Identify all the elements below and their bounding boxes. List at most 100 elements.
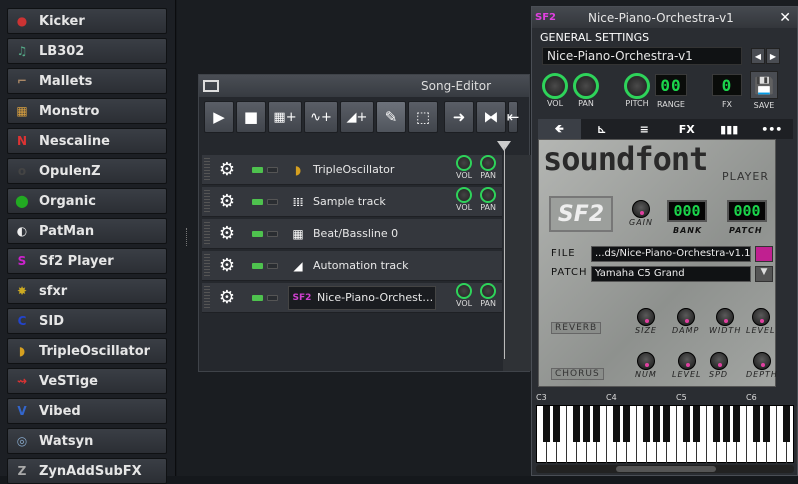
solo-led[interactable] — [267, 198, 278, 205]
scrollbar-thumb[interactable] — [616, 466, 716, 472]
sidebar-item-lb302[interactable]: ♫ LB302 — [7, 38, 167, 64]
add-automation-track-button[interactable]: ◢+ — [340, 101, 374, 133]
play-button[interactable]: ▶ — [204, 101, 234, 133]
track-name-button[interactable]: ▦ Beat/Bassline 0 — [288, 222, 436, 246]
black-key[interactable] — [753, 406, 760, 442]
tab-functions[interactable]: ≡ — [623, 119, 666, 139]
vol-knob[interactable]: VOL — [542, 73, 568, 108]
chorus-toggle[interactable]: CHORUS — [551, 368, 604, 380]
sidebar-item-mallets[interactable]: ⌐ Mallets — [7, 68, 167, 94]
track-vol-knob[interactable]: VOL — [456, 155, 472, 180]
gear-icon[interactable]: ⚙ — [216, 223, 238, 244]
piano-keys[interactable] — [536, 405, 797, 464]
fx-display[interactable]: 0 FX — [712, 74, 742, 109]
mute-led[interactable] — [252, 262, 263, 269]
black-key[interactable] — [763, 406, 770, 442]
gear-icon[interactable]: ⚙ — [216, 159, 238, 180]
width-knob[interactable]: WIDTH — [709, 308, 741, 335]
gear-icon[interactable]: ⚙ — [216, 255, 238, 276]
sidebar-item-vibed[interactable]: V Vibed — [7, 398, 167, 424]
add-sample-track-button[interactable]: ∿+ — [304, 101, 338, 133]
track-pan-knob[interactable]: PAN — [480, 155, 497, 180]
file-field[interactable]: ...ds/Nice-Piano-Orchestra-v1.1 — [591, 246, 751, 262]
track-name-button[interactable]: ◢ Automation track — [288, 254, 436, 278]
gear-icon[interactable]: ⚙ — [216, 191, 238, 212]
more-button[interactable]: ⇤ — [507, 101, 519, 133]
level-knob[interactable]: LEVEL — [746, 308, 776, 335]
reverb-toggle[interactable]: REVERB — [551, 322, 602, 334]
track-vol-knob[interactable]: VOL — [456, 283, 472, 308]
track-grip[interactable] — [204, 221, 210, 246]
black-key[interactable] — [583, 406, 590, 442]
track-grip[interactable] — [204, 189, 210, 214]
range-display[interactable]: 00 RANGE — [655, 74, 687, 109]
level-knob[interactable]: LEVEL — [672, 352, 702, 379]
track-grip[interactable] — [204, 285, 210, 310]
track-row[interactable]: ⚙ SF2 Nice-Piano-Orchest… VOL PAN — [202, 283, 502, 313]
black-key[interactable] — [623, 406, 630, 442]
tab-plugin[interactable]: 🡸 — [538, 119, 581, 139]
sidebar-item-organic[interactable]: ⬤ Organic — [7, 188, 167, 214]
sidebar-item-nescaline[interactable]: N Nescaline — [7, 128, 167, 154]
pan-knob[interactable]: PAN — [573, 73, 599, 108]
sidebar-item-sfxr[interactable]: ✸ sfxr — [7, 278, 167, 304]
black-key[interactable] — [683, 406, 690, 442]
stop-button[interactable]: ■ — [236, 101, 266, 133]
size-knob[interactable]: SIZE — [635, 308, 657, 335]
black-key[interactable] — [613, 406, 620, 442]
gain-knob[interactable]: GAIN — [629, 200, 653, 227]
spd-knob[interactable]: SPD — [709, 352, 728, 379]
black-key[interactable] — [733, 406, 740, 442]
black-key[interactable] — [723, 406, 730, 442]
sidebar-item-vestige[interactable]: ⇝ VeSTige — [7, 368, 167, 394]
piano-scrollbar[interactable] — [536, 465, 794, 473]
piano-keyboard[interactable]: C3 C4 C5 C6 — [536, 393, 798, 475]
solo-led[interactable] — [267, 294, 278, 301]
track-name-button[interactable]: 𝍖 Sample track — [288, 190, 436, 214]
black-key[interactable] — [693, 406, 700, 442]
patch-dropdown-icon[interactable]: ▼ — [755, 266, 773, 282]
sidebar-item-kicker[interactable]: ● Kicker — [7, 8, 167, 34]
mute-led[interactable] — [252, 166, 263, 173]
sidebar-item-tripleoscillator[interactable]: ◗ TripleOscillator — [7, 338, 167, 364]
black-key[interactable] — [783, 406, 790, 442]
sidebar-item-patman[interactable]: ◐ PatMan — [7, 218, 167, 244]
track-row[interactable]: ⚙ ◗ TripleOscillator VOL PAN — [202, 155, 502, 185]
mute-led[interactable] — [252, 230, 263, 237]
black-key[interactable] — [643, 406, 650, 442]
sidebar-item-sid[interactable]: C SID — [7, 308, 167, 334]
tab-midi[interactable]: ▮▮▮ — [708, 119, 751, 139]
track-row[interactable]: ⚙ ◢ Automation track — [202, 251, 502, 281]
record-button[interactable]: ⧓ — [476, 101, 506, 133]
preset-prev-button[interactable]: ◀ — [751, 48, 765, 64]
mute-led[interactable] — [252, 294, 263, 301]
solo-led[interactable] — [267, 230, 278, 237]
select-mode-button[interactable]: ⬚ — [408, 101, 438, 133]
sidebar-item-zynaddsubfx[interactable]: Z ZynAddSubFX — [7, 458, 167, 484]
black-key[interactable] — [663, 406, 670, 442]
splitter-handle[interactable] — [186, 228, 189, 246]
track-pan-knob[interactable]: PAN — [480, 187, 497, 212]
black-key[interactable] — [573, 406, 580, 442]
sidebar-item-sf2-player[interactable]: S Sf2 Player — [7, 248, 167, 274]
preset-next-button[interactable]: ▶ — [766, 48, 780, 64]
track-grip[interactable] — [204, 157, 210, 182]
save-button[interactable]: 💾 SAVE — [750, 71, 778, 110]
black-key[interactable] — [553, 406, 560, 442]
black-key[interactable] — [543, 406, 550, 442]
track-vol-knob[interactable]: VOL — [456, 187, 472, 212]
sidebar-item-watsyn[interactable]: ◎ Watsyn — [7, 428, 167, 454]
depth-knob[interactable]: DEPTH — [746, 352, 778, 379]
black-key[interactable] — [713, 406, 720, 442]
draw-mode-button[interactable]: ✎ — [376, 101, 406, 133]
patch-field[interactable]: Yamaha C5 Grand — [591, 266, 751, 282]
pitch-knob[interactable]: PITCH — [624, 73, 650, 108]
tab-fx[interactable]: FX — [666, 119, 709, 139]
preset-name-field[interactable]: Nice-Piano-Orchestra-v1 — [542, 47, 742, 65]
sidebar-item-monstro[interactable]: ▦ Monstro — [7, 98, 167, 124]
black-key[interactable] — [653, 406, 660, 442]
track-grip[interactable] — [204, 253, 210, 278]
patch-display[interactable]: 000 — [727, 200, 767, 222]
track-pan-knob[interactable]: PAN — [480, 283, 497, 308]
song-editor-titlebar[interactable]: Song-Editor — [199, 75, 529, 97]
